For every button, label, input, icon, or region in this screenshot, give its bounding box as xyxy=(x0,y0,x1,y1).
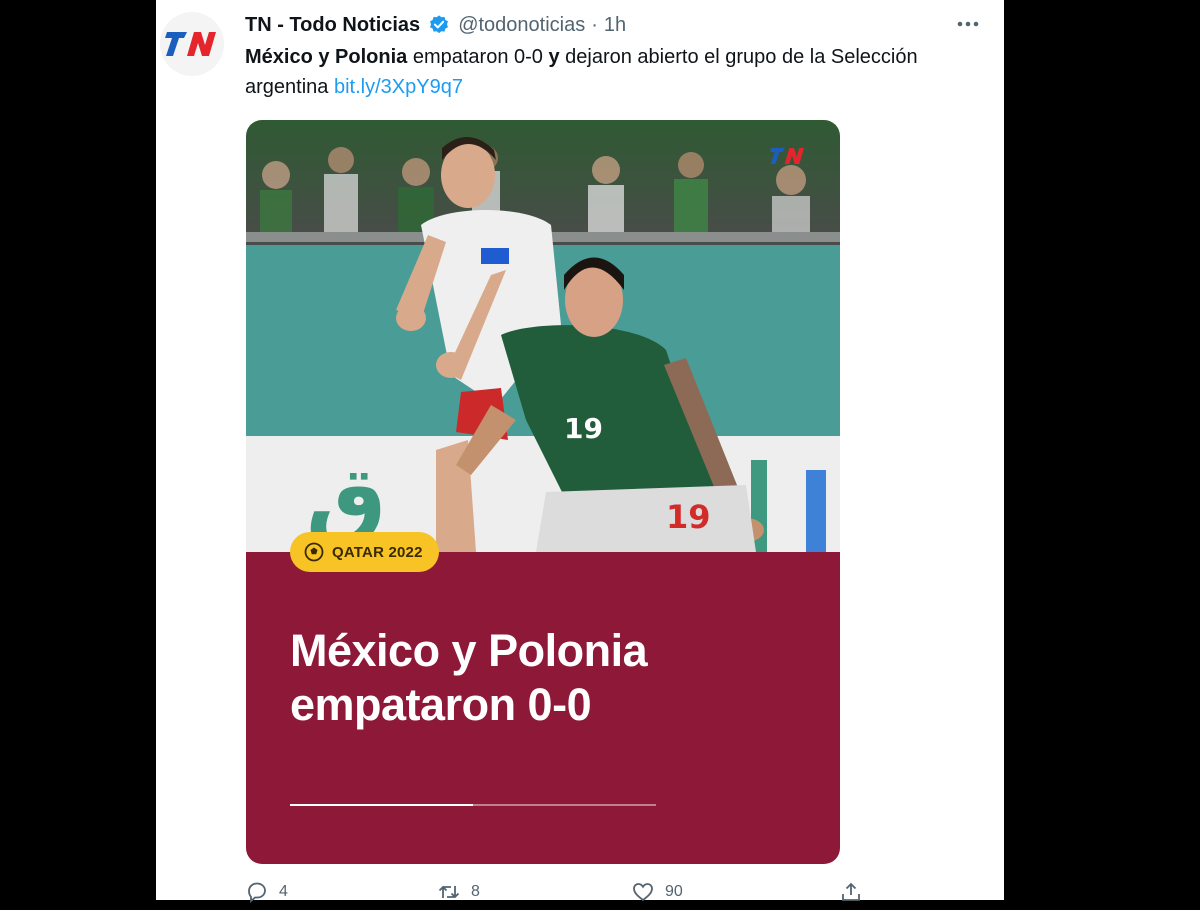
story-progress-fill xyxy=(290,804,473,806)
badge-label: QATAR 2022 xyxy=(332,543,423,561)
tweet-header: TN - Todo Noticias @todonoticias · 1h xyxy=(245,10,985,40)
author-name[interactable]: TN - Todo Noticias xyxy=(245,14,420,37)
heart-icon xyxy=(633,883,653,902)
verified-badge-icon xyxy=(428,14,450,36)
retweet-icon xyxy=(438,885,460,899)
share-button[interactable] xyxy=(839,880,863,904)
retweet-button[interactable]: 8 xyxy=(437,880,480,904)
author-avatar[interactable] xyxy=(160,12,224,76)
more-options-button[interactable] xyxy=(950,10,986,38)
headline-line-1: México y Polonia xyxy=(290,625,648,676)
tweet-text-bold-2: y xyxy=(548,46,560,68)
tweet-text: México y Polonia empataron 0-0 y dejaron… xyxy=(245,42,990,102)
tweet-text-part-1: empataron 0-0 xyxy=(407,46,549,68)
tweet-text-bold-1: México y Polonia xyxy=(245,46,408,68)
jersey-number-front: 19 xyxy=(564,412,603,445)
soccer-ball-icon xyxy=(304,542,324,562)
tweet-media-image[interactable]: ق 19 19 QATAR 2022 México y Polonia empa… xyxy=(246,120,840,864)
media-headline: México y Polonia empataron 0-0 xyxy=(290,624,770,732)
like-button[interactable]: 90 xyxy=(631,880,683,904)
tweet-actions: 4 8 90 xyxy=(245,880,885,910)
headline-line-2: empataron 0-0 xyxy=(290,679,592,730)
more-options-icon xyxy=(957,21,979,27)
tn-logo-icon xyxy=(165,32,216,56)
retweet-count: 8 xyxy=(471,883,480,900)
reply-icon xyxy=(248,882,266,903)
reply-count: 4 xyxy=(279,883,288,900)
header-separator: · xyxy=(591,13,598,36)
qatar-2022-badge: QATAR 2022 xyxy=(290,532,439,572)
tweet-timestamp[interactable]: 1h xyxy=(604,14,626,37)
share-icon xyxy=(842,882,860,901)
jersey-number-back: 19 xyxy=(666,498,711,536)
story-progress-bar xyxy=(290,804,656,806)
author-handle[interactable]: @todonoticias xyxy=(458,14,585,37)
reply-button[interactable]: 4 xyxy=(245,880,288,904)
tn-watermark-icon xyxy=(770,148,804,164)
tweet-link[interactable]: bit.ly/3XpY9q7 xyxy=(334,76,463,98)
match-photo: ق 19 19 xyxy=(246,120,840,552)
like-count: 90 xyxy=(665,883,683,900)
